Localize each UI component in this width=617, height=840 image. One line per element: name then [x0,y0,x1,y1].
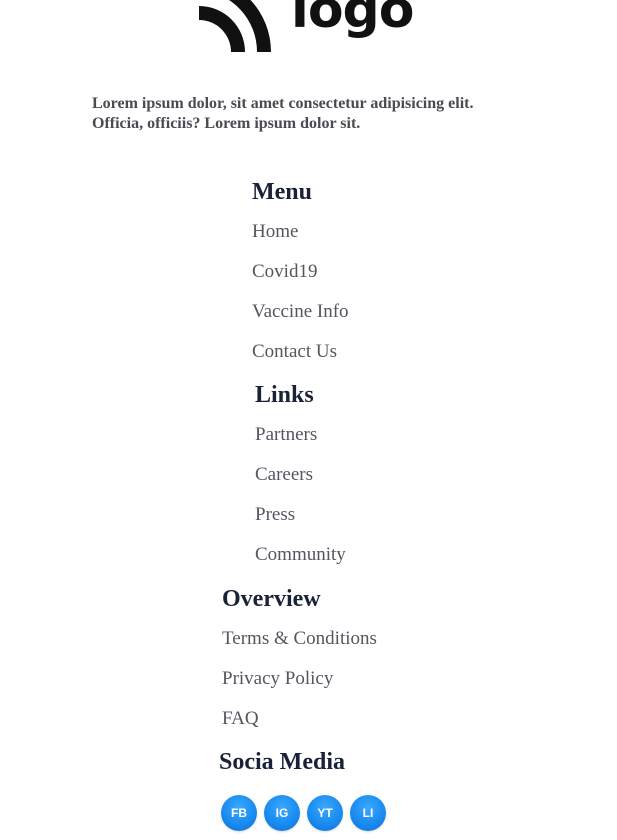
facebook-button[interactable]: FB [221,795,257,831]
links-item: Press [255,501,346,529]
logo-arcs-icon [199,0,272,52]
links-list: Partners Careers Press Community [255,421,346,569]
overview-item: Terms & Conditions [222,625,377,653]
social-buttons: FB IG YT LI [221,795,386,831]
social-heading: Socia Media [219,749,345,775]
overview-item: FAQ [222,705,377,733]
menu-link-contact-us[interactable]: Contact Us [252,341,337,362]
links-item: Community [255,541,346,569]
overview-heading: Overview [222,586,321,612]
menu-section: Menu Home Covid19 Vaccine Info Contact U… [252,178,349,366]
menu-item: Contact Us [252,338,349,366]
intro-text: Lorem ipsum dolor, sit amet consectetur … [92,95,474,132]
logo-text: logo [291,0,414,40]
overview-list: Terms & Conditions Privacy Policy FAQ [222,625,377,733]
menu-list: Home Covid19 Vaccine Info Contact Us [252,218,349,366]
links-link-partners[interactable]: Partners [255,424,317,445]
site-logo[interactable]: logo [199,0,414,52]
menu-link-home[interactable]: Home [252,221,298,242]
menu-item: Covid19 [252,258,349,286]
youtube-button[interactable]: YT [307,795,343,831]
links-heading: Links [255,382,314,408]
overview-item: Privacy Policy [222,665,377,693]
menu-item: Vaccine Info [252,298,349,326]
links-item: Partners [255,421,346,449]
social-section: Socia Media [219,748,345,776]
links-section: Links Partners Careers Press Community [255,381,346,569]
menu-link-covid19[interactable]: Covid19 [252,261,317,282]
links-link-press[interactable]: Press [255,504,295,525]
menu-item: Home [252,218,349,246]
menu-heading: Menu [252,179,312,205]
overview-section: Overview Terms & Conditions Privacy Poli… [222,585,377,733]
links-item: Careers [255,461,346,489]
overview-link-terms[interactable]: Terms & Conditions [222,628,377,649]
overview-link-privacy[interactable]: Privacy Policy [222,668,333,689]
linkedin-button[interactable]: LI [350,795,386,831]
instagram-button[interactable]: IG [264,795,300,831]
menu-link-vaccine-info[interactable]: Vaccine Info [252,301,349,322]
links-link-careers[interactable]: Careers [255,464,313,485]
overview-link-faq[interactable]: FAQ [222,708,259,729]
links-link-community[interactable]: Community [255,544,346,565]
